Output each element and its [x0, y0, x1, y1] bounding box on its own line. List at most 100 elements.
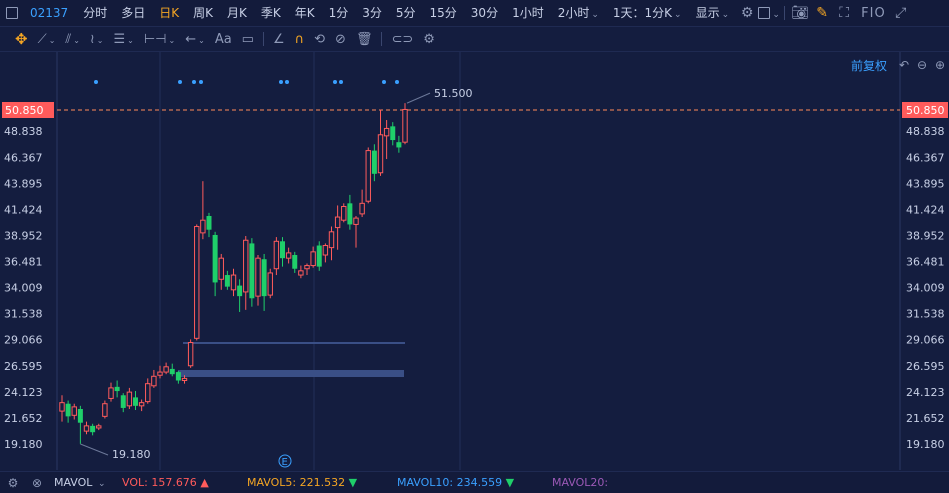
delete-drawings-icon[interactable]: 🗑︎ — [351, 27, 378, 52]
indicator-select[interactable]: MAVOL ⌄ — [54, 476, 112, 489]
event-marker-label: E — [282, 457, 288, 468]
period-tab-label: 月K — [226, 5, 247, 20]
chevron-down-icon: ⌄ — [97, 479, 106, 489]
layout-toggle-icon[interactable]: ⌄ — [758, 5, 780, 21]
period-tab[interactable]: 月K — [220, 0, 254, 27]
candle-body — [328, 231, 335, 249]
fibonacci-tool-icon[interactable]: ☰ ⌄ — [108, 27, 138, 52]
link-icon[interactable]: ⊂⊃ — [386, 27, 418, 52]
period-tab-label: 2小时 — [557, 5, 590, 20]
fullscreen-icon[interactable]: ⛶ — [833, 5, 855, 21]
pattern-tool-icon[interactable]: ≀ ⌄ — [85, 27, 109, 52]
candle-body — [230, 274, 237, 291]
zoom-out-icon[interactable]: ⊖ — [913, 58, 931, 72]
kline-chart[interactable]: 48.838 48.838 46.367 46.367 43.895 43.895 41.4… — [0, 52, 949, 472]
period-tab-label: 15分 — [429, 5, 457, 20]
period-tab-label: 季K — [260, 5, 281, 20]
chart-sub-bar: 前复权 ↶ ⊖ ⊕ — [851, 55, 949, 75]
kline-chart-svg[interactable]: 48.838 48.838 46.367 46.367 43.895 43.895 41.4… — [0, 52, 949, 472]
candle-body — [359, 202, 365, 215]
candle-body — [353, 217, 359, 225]
stock-code[interactable]: 02137 — [30, 6, 68, 20]
candle-body — [218, 257, 224, 280]
price-tick-right: 38.952 — [906, 229, 945, 242]
candle-body — [194, 226, 200, 339]
comment-tool-icon[interactable]: ▭ — [237, 27, 259, 52]
period-tab[interactable]: 1分 — [322, 0, 356, 27]
period-tab-label: 年K — [294, 5, 315, 20]
period-tab-label: 5分 — [395, 5, 416, 20]
candle-body — [322, 245, 329, 256]
period-tab[interactable]: 30分 — [464, 0, 505, 27]
down-arrow-icon: ▼ — [505, 476, 515, 489]
price-tick-right: 43.895 — [906, 177, 945, 190]
period-tabs: 分时 多日 日K 周K 月K 季K 年K 1分 3分 5分 15分 30分 1小时 2小时 ⌄ 1天：1分K ⌄… — [76, 0, 736, 27]
settings-icon[interactable]: ⚙ — [736, 5, 758, 21]
candle-body — [65, 403, 71, 417]
period-tab[interactable]: 年K — [288, 0, 322, 27]
vol-label: VOL: 157.676 — [122, 476, 197, 489]
period-tab[interactable]: 3分 — [355, 0, 389, 27]
candle-body — [224, 275, 230, 287]
period-tab[interactable]: 5分 — [389, 0, 423, 27]
pencil-icon[interactable]: ✎ — [811, 5, 833, 21]
candle-body — [157, 371, 163, 376]
period-tab[interactable]: 季K — [254, 0, 288, 27]
price-tick-left: 26.595 — [4, 360, 43, 373]
period-tab-label: 多日 — [121, 5, 146, 20]
mavol10-label: MAVOL10: 234.559 — [397, 476, 503, 489]
sync-icon[interactable]: ⟲ — [309, 27, 330, 52]
chevron-down-icon: ⌄ — [591, 9, 599, 20]
candle-body — [59, 402, 65, 412]
price-tick-left: 19.180 — [4, 438, 43, 451]
move-cross-icon[interactable]: ✥ — [10, 27, 33, 52]
undo-icon[interactable]: ↶ — [895, 58, 913, 72]
indicator-settings-icon[interactable]: ⚙ — [2, 476, 24, 490]
up-arrow-icon: ▲ — [200, 476, 209, 489]
price-adjust-button[interactable]: 前复权 — [851, 57, 887, 74]
event-dot — [178, 80, 182, 84]
period-tab[interactable]: 多日 — [114, 0, 152, 27]
arrow-tool-icon[interactable]: ← ⌄ — [180, 27, 210, 52]
period-tab[interactable]: 1天：1分K ⌄ — [606, 0, 689, 27]
period-tab[interactable]: 分时 — [76, 0, 114, 27]
panel-toggle-icon[interactable] — [0, 0, 24, 27]
price-tick-right: 48.838 — [906, 125, 945, 138]
draw-settings-icon[interactable]: ⚙ — [418, 27, 440, 52]
trend-line-tool-icon[interactable]: ⟋ ⌄ — [33, 27, 61, 52]
period-tab-label: 3分 — [362, 5, 382, 20]
divider — [262, 32, 264, 46]
period-tab[interactable]: 日K — [152, 0, 186, 27]
expand-icon[interactable]: ⤢ — [890, 5, 912, 21]
channel-tool-icon[interactable]: ⫽ ⌄ — [60, 27, 85, 52]
ruler-icon[interactable]: ∠ — [268, 27, 290, 52]
fio-button[interactable]: FIO — [861, 6, 886, 21]
candle-body — [396, 142, 402, 148]
candle-body — [77, 408, 83, 423]
mavol5-value: MAVOL5: 221.532 ▼ — [247, 476, 397, 489]
price-tick-left: 41.424 — [4, 203, 43, 216]
zoom-in-icon[interactable]: ⊕ — [931, 58, 949, 72]
text-tool-button[interactable]: Aa — [210, 27, 237, 52]
period-tab[interactable]: 15分 — [423, 0, 464, 27]
indicator-name: MAVOL — [54, 476, 93, 489]
period-tab[interactable]: 显示 ⌄ — [689, 0, 737, 27]
price-tick-right: 34.009 — [906, 282, 945, 295]
period-tab[interactable]: 2小时 ⌄ — [551, 0, 606, 27]
hide-drawings-icon[interactable]: ⊘ — [330, 27, 351, 52]
camera-icon[interactable]: 📷︎ — [789, 5, 811, 21]
price-tick-right: 24.123 — [906, 386, 945, 399]
price-tick-right: 21.652 — [906, 412, 945, 425]
period-tab[interactable]: 周K — [186, 0, 220, 27]
period-tab[interactable]: 1小时 — [505, 0, 551, 27]
price-tick-right: 31.538 — [906, 308, 945, 321]
magnet-icon[interactable]: ∩ — [290, 27, 310, 52]
price-tick-left: 43.895 — [4, 177, 43, 190]
measure-tool-icon[interactable]: ⊢⊣ ⌄ — [139, 27, 180, 52]
event-dot — [192, 80, 196, 84]
candle-body — [102, 403, 108, 417]
candle-body — [96, 425, 102, 429]
candle-body — [71, 406, 77, 416]
indicator-close-icon[interactable]: ⊗ — [26, 476, 48, 490]
candle-body — [237, 285, 243, 297]
